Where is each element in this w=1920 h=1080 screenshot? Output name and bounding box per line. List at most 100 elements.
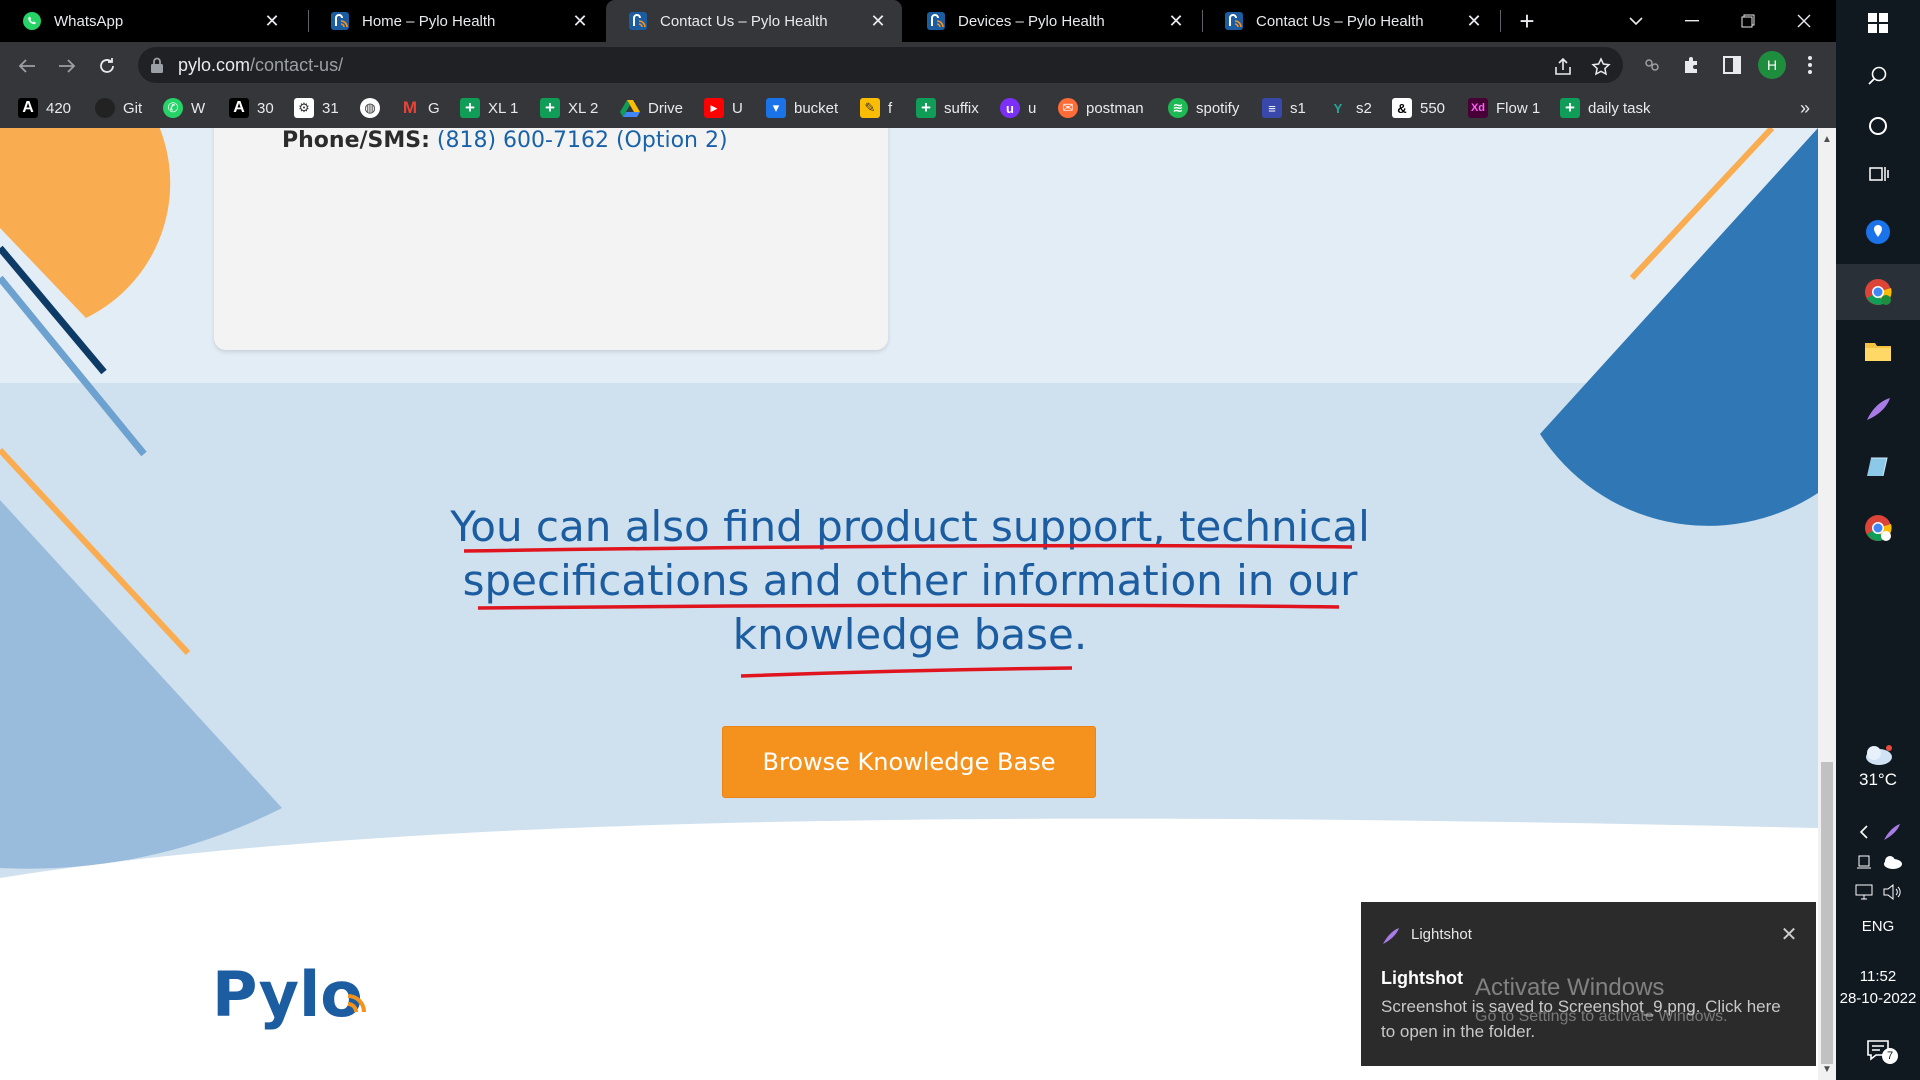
- bookmark-s2[interactable]: Ys2: [1328, 96, 1372, 120]
- extension-icon[interactable]: [1638, 51, 1666, 79]
- tab-devices-pylo[interactable]: Devices – Pylo Health ✕: [904, 0, 1200, 42]
- sheets-icon: +: [540, 98, 560, 118]
- windows-start-icon[interactable]: [1836, 0, 1920, 46]
- side-panel-icon[interactable]: [1718, 51, 1746, 79]
- red-underline-3: [740, 666, 1073, 678]
- app-cube-icon[interactable]: [1836, 440, 1920, 494]
- ampersand-icon: &: [1392, 98, 1412, 118]
- bookmark-w[interactable]: ✆ W: [163, 96, 205, 120]
- lock-icon[interactable]: [150, 57, 164, 73]
- bookmarks-bar: A 420 Git ✆ W A 30 ⚙ 31 ◍ MG + XL 1 + XL 2 Dri…: [0, 88, 1836, 128]
- minimize-button[interactable]: [1664, 0, 1720, 42]
- notification-app-name: Lightshot: [1411, 926, 1472, 943]
- bookmark-postman[interactable]: ✉ postman: [1058, 96, 1144, 120]
- sheets-icon: +: [1560, 98, 1580, 118]
- scroll-down-arrow-icon[interactable]: ▼: [1818, 1064, 1836, 1078]
- postman-icon: ✉: [1058, 98, 1078, 118]
- more-bookmarks-chevron-icon[interactable]: »: [1800, 96, 1810, 120]
- restore-button[interactable]: [1720, 0, 1776, 42]
- clock-time[interactable]: 11:52: [1836, 968, 1920, 985]
- tab-title: WhatsApp: [54, 12, 124, 30]
- bookmark-u[interactable]: uu: [1000, 96, 1036, 120]
- forward-button[interactable]: [52, 51, 82, 81]
- bookmark-s1[interactable]: ≡ s1: [1262, 96, 1306, 120]
- tab-title: Home – Pylo Health: [362, 12, 496, 30]
- tab-title: Devices – Pylo Health: [958, 12, 1105, 30]
- action-center-icon[interactable]: [1836, 1030, 1920, 1070]
- page-scrollbar[interactable]: ▲ ▼: [1818, 128, 1836, 1080]
- profile-avatar[interactable]: H: [1758, 51, 1786, 79]
- xd-icon: Xd: [1468, 98, 1488, 118]
- bookmark-30[interactable]: A 30: [229, 96, 274, 120]
- search-icon[interactable]: [1836, 52, 1920, 100]
- bookmark-31[interactable]: ⚙ 31: [294, 96, 339, 120]
- notification-count-badge: 7: [1882, 1048, 1898, 1064]
- bookmark-550[interactable]: & 550: [1392, 96, 1445, 120]
- lightshot-feather-icon[interactable]: [1836, 382, 1920, 436]
- red-underline-1: [463, 543, 1353, 553]
- close-tab-icon[interactable]: ✕: [568, 9, 592, 33]
- chrome-taskbar-icon[interactable]: [1836, 264, 1920, 320]
- weather-temperature[interactable]: 31°C: [1836, 770, 1920, 790]
- bookmark-globe[interactable]: ◍: [360, 96, 388, 120]
- scroll-thumb[interactable]: [1821, 762, 1833, 1064]
- clock-date[interactable]: 28-10-2022: [1836, 990, 1920, 1007]
- onedrive-cloud-icon[interactable]: [1850, 850, 1920, 874]
- close-tab-icon[interactable]: ✕: [1164, 9, 1188, 33]
- bookmark-flow1[interactable]: Xd Flow 1: [1468, 96, 1540, 120]
- file-explorer-icon[interactable]: [1836, 324, 1920, 378]
- pylo-logo[interactable]: Pylo: [212, 958, 372, 1039]
- new-tab-button[interactable]: +: [1512, 6, 1542, 36]
- bookmark-xl2[interactable]: + XL 2: [540, 96, 598, 120]
- cortana-icon[interactable]: [1836, 102, 1920, 150]
- close-notification-icon[interactable]: ✕: [1775, 920, 1803, 948]
- red-underline-2: [477, 603, 1340, 610]
- pylo-favicon-icon: [926, 11, 946, 31]
- whatsapp-icon: [22, 11, 42, 31]
- more-menu-icon[interactable]: [1796, 51, 1824, 79]
- volume-icon[interactable]: [1850, 880, 1920, 904]
- tab-whatsapp[interactable]: WhatsApp ✕: [0, 0, 296, 42]
- globe-icon: ◍: [360, 98, 380, 118]
- bookmark-gmail[interactable]: MG: [400, 96, 440, 120]
- tab-search-chevron-icon[interactable]: [1608, 0, 1664, 42]
- bookmark-git[interactable]: Git: [95, 96, 142, 120]
- feather-tray-icon[interactable]: [1850, 820, 1920, 844]
- close-tab-icon[interactable]: ✕: [1462, 9, 1486, 33]
- s2-icon: Y: [1333, 100, 1343, 116]
- url-path: /contact-us/: [250, 54, 344, 75]
- scroll-up-arrow-icon[interactable]: ▲: [1818, 134, 1836, 148]
- task-view-icon[interactable]: [1836, 150, 1920, 198]
- bookmark-daily-task[interactable]: + daily task: [1560, 96, 1651, 120]
- close-tab-icon[interactable]: ✕: [866, 9, 890, 33]
- address-bar[interactable]: pylo.com/contact-us/: [138, 47, 1623, 83]
- drive-icon: [620, 98, 640, 118]
- extensions-puzzle-icon[interactable]: [1678, 51, 1706, 79]
- s1-icon: ≡: [1262, 98, 1282, 118]
- bookmark-suffix[interactable]: + suffix: [916, 96, 979, 120]
- back-button[interactable]: [12, 51, 42, 81]
- reload-button[interactable]: [92, 51, 122, 81]
- maps-pin-icon[interactable]: [1836, 208, 1920, 256]
- share-icon[interactable]: [1550, 54, 1576, 80]
- close-tab-icon[interactable]: ✕: [260, 9, 284, 33]
- bookmark-drive[interactable]: Drive: [620, 96, 683, 120]
- bookmark-f[interactable]: ✎ f: [860, 96, 892, 120]
- browse-knowledge-base-button[interactable]: Browse Knowledge Base: [722, 726, 1096, 798]
- close-window-button[interactable]: [1776, 0, 1832, 42]
- chrome-profile-icon[interactable]: [1836, 500, 1920, 556]
- weather-cloud-icon[interactable]: [1836, 740, 1920, 770]
- bookmark-xl1[interactable]: + XL 1: [460, 96, 518, 120]
- language-indicator[interactable]: ENG: [1836, 918, 1920, 935]
- bookmark-bucket[interactable]: ▾ bucket: [766, 96, 838, 120]
- bookmark-star-icon[interactable]: [1588, 54, 1614, 80]
- tab-home-pylo[interactable]: Home – Pylo Health ✕: [308, 0, 604, 42]
- navigation-toolbar: pylo.com/contact-us/ H: [0, 42, 1836, 88]
- bookmark-420[interactable]: A 420: [18, 96, 71, 120]
- tab-contact-us-active[interactable]: Contact Us – Pylo Health ✕: [606, 0, 902, 42]
- bookmark-spotify[interactable]: ≋ spotify: [1168, 96, 1239, 120]
- bookmark-youtube[interactable]: ▶ U: [704, 96, 743, 120]
- tab-contact-us-2[interactable]: Contact Us – Pylo Health ✕: [1202, 0, 1498, 42]
- tab-title: Contact Us – Pylo Health: [1256, 12, 1424, 30]
- tab-title: Contact Us – Pylo Health: [660, 12, 828, 30]
